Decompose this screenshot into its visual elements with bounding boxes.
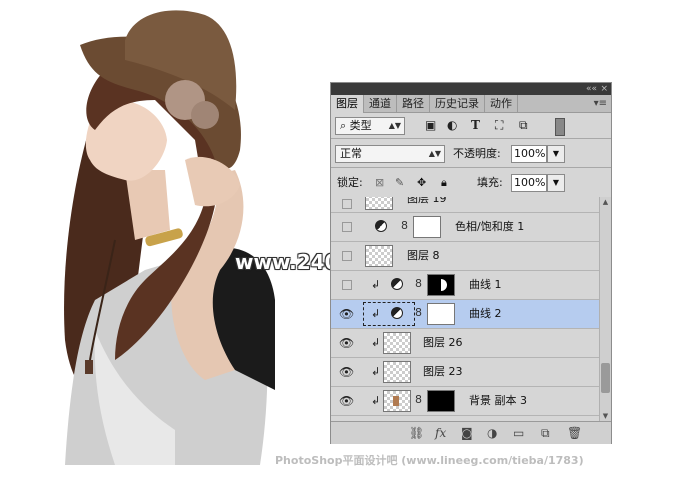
- collapse-icon[interactable]: ««: [586, 83, 597, 95]
- lock-transparent-icon[interactable]: ⊠: [375, 174, 384, 192]
- folder-icon[interactable]: ▭: [513, 425, 524, 441]
- layer-row[interactable]: 8 色相/饱和度 1: [331, 213, 599, 242]
- link-icon: 8: [415, 393, 422, 406]
- new-layer-icon[interactable]: ⧉: [541, 425, 550, 441]
- filter-type-dropdown[interactable]: ⌕ 类型 ▲▼: [335, 117, 405, 135]
- opacity-input[interactable]: 100%: [511, 145, 547, 163]
- layer-thumbnail: [365, 245, 393, 267]
- filter-type-value: 类型: [349, 119, 372, 132]
- smart-object-filter-icon[interactable]: ⧉: [519, 116, 528, 134]
- layer-name: 背景 副本 3: [469, 394, 527, 407]
- chevron-updown-icon: ▲▼: [388, 121, 401, 130]
- eye-icon[interactable]: 👁︎: [339, 365, 354, 379]
- link-icon: 8: [401, 219, 408, 232]
- layer-name: 图层 8: [407, 249, 440, 262]
- tab-history[interactable]: 历史记录: [430, 95, 485, 112]
- adjustment-layer-icon[interactable]: ◑: [487, 425, 497, 441]
- blend-mode-dropdown[interactable]: 正常 ▲▼: [335, 145, 445, 163]
- fx-icon[interactable]: fx: [435, 425, 446, 441]
- layers-list: 图层 19 8 色相/饱和度 1 图层 8 ↲ 8 曲线 1 👁︎ ↲ 8 曲线…: [331, 197, 599, 421]
- visibility-toggle[interactable]: [342, 280, 352, 290]
- blend-mode-value: 正常: [340, 147, 362, 160]
- footer-credit: PhotoShop平面设计吧 (www.lineeg.com/tieba/178…: [275, 454, 584, 467]
- opacity-label: 不透明度:: [453, 147, 501, 160]
- layer-name: 图层 23: [423, 365, 463, 378]
- lock-row: 锁定: ⊠ ✎ ✥ 🔒︎ 填充: 100% ▼: [331, 172, 611, 194]
- fill-dropdown-button[interactable]: ▼: [547, 174, 565, 192]
- blend-row: 正常 ▲▼ 不透明度: 100% ▼: [331, 143, 611, 165]
- layer-name: 曲线 1: [469, 278, 502, 291]
- layer-name: 图层 26: [423, 336, 463, 349]
- filter-row: ⌕ 类型 ▲▼ ▣ ◐ T ⛶ ⧉: [331, 116, 611, 138]
- search-icon: ⌕: [340, 119, 350, 132]
- layer-row[interactable]: 图层 19: [331, 197, 599, 213]
- fill-label: 填充:: [477, 176, 503, 189]
- layer-name: 曲线 2: [469, 307, 502, 320]
- layer-row[interactable]: 👁︎ ↲ 图层 23: [331, 358, 599, 387]
- filter-toggle-switch[interactable]: [555, 118, 565, 136]
- layer-thumbnail: [383, 332, 411, 354]
- selection-frame: [363, 302, 415, 326]
- trash-icon[interactable]: 🗑︎: [567, 425, 582, 441]
- layer-row[interactable]: 👁︎ ↲ 8 背景 副本 3: [331, 387, 599, 416]
- clip-arrow-icon: ↲: [371, 336, 381, 349]
- tab-actions[interactable]: 动作: [485, 95, 518, 112]
- visibility-toggle[interactable]: [342, 199, 352, 209]
- lock-all-icon[interactable]: 🔒︎: [441, 174, 447, 192]
- tab-paths[interactable]: 路径: [397, 95, 430, 112]
- panel-bottom-bar: ⛓︎ fx ◙ ◑ ▭ ⧉ 🗑︎: [331, 421, 611, 444]
- layer-mask-thumbnail: [427, 390, 455, 412]
- layer-thumbnail: [383, 390, 411, 412]
- mask-icon[interactable]: ◙: [461, 425, 473, 441]
- visibility-toggle[interactable]: [342, 222, 352, 232]
- woman-photo: [64, 10, 275, 465]
- panel-tabs: 图层 通道 路径 历史记录 动作 ▾≡: [331, 95, 611, 113]
- chevron-updown-icon: ▲▼: [428, 149, 441, 158]
- eye-icon[interactable]: 👁︎: [339, 336, 354, 350]
- panel-menu-icon[interactable]: ▾≡: [594, 95, 607, 112]
- link-icon: 8: [415, 277, 422, 290]
- clip-arrow-icon: ↲: [371, 278, 381, 291]
- opacity-dropdown-button[interactable]: ▼: [547, 145, 565, 163]
- scroll-up-icon[interactable]: ▲: [600, 197, 611, 207]
- adjustment-icon: [391, 307, 403, 319]
- tab-channels[interactable]: 通道: [364, 95, 397, 112]
- eye-icon[interactable]: 👁︎: [339, 307, 354, 321]
- pixel-filter-icon[interactable]: ▣: [425, 116, 436, 134]
- scrollbar-thumb[interactable]: [601, 363, 610, 393]
- adjustment-filter-icon[interactable]: ◐: [447, 116, 457, 134]
- type-filter-icon[interactable]: T: [471, 116, 480, 134]
- lock-paint-icon[interactable]: ✎: [395, 174, 404, 192]
- clip-arrow-icon: ↲: [371, 394, 381, 407]
- eye-icon[interactable]: 👁︎: [339, 394, 354, 408]
- layer-name: 色相/饱和度 1: [455, 220, 525, 233]
- layer-row[interactable]: 👁︎ ↲ 图层 26: [331, 329, 599, 358]
- scroll-down-icon[interactable]: ▼: [600, 411, 611, 421]
- layer-name: 图层 19: [407, 197, 447, 205]
- lock-label: 锁定:: [337, 176, 363, 189]
- layer-row[interactable]: 图层 8: [331, 242, 599, 271]
- close-icon[interactable]: ×: [600, 83, 608, 95]
- layers-panel: «« × 图层 通道 路径 历史记录 动作 ▾≡ ⌕ 类型 ▲▼ ▣ ◐ T ⛶…: [330, 82, 612, 444]
- adjustment-icon: [375, 220, 387, 232]
- link-icon: 8: [415, 306, 422, 319]
- layers-scrollbar[interactable]: ▲ ▼: [599, 197, 611, 421]
- layer-mask-thumbnail: [413, 216, 441, 238]
- panel-titlebar: «« ×: [331, 83, 611, 95]
- layer-mask-thumbnail: [427, 303, 455, 325]
- layer-mask-thumbnail: [427, 274, 455, 296]
- layer-thumbnail: [383, 361, 411, 383]
- adjustment-icon: [391, 278, 403, 290]
- visibility-toggle[interactable]: [342, 251, 352, 261]
- clip-arrow-icon: ↲: [371, 365, 381, 378]
- fill-input[interactable]: 100%: [511, 174, 547, 192]
- layer-row[interactable]: ↲ 8 曲线 1: [331, 271, 599, 300]
- link-layers-icon[interactable]: ⛓︎: [409, 425, 424, 441]
- tab-layers[interactable]: 图层: [331, 95, 364, 113]
- layer-thumbnail: [365, 197, 393, 210]
- shape-filter-icon[interactable]: ⛶: [495, 116, 503, 134]
- layer-row-selected[interactable]: 👁︎ ↲ 8 曲线 2: [331, 300, 599, 329]
- lock-position-icon[interactable]: ✥: [417, 174, 426, 192]
